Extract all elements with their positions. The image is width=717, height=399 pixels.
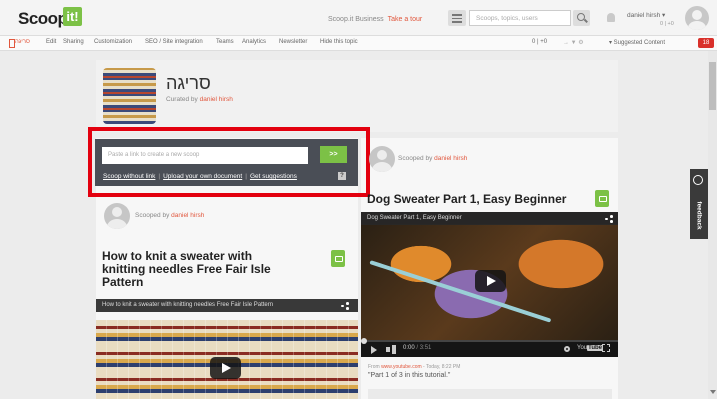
- topic-header: סריגה Curated by daniel hirsh: [96, 60, 618, 132]
- menu-icon[interactable]: [448, 10, 466, 26]
- top-bar: Scoop. it! Scoop.it Business Take a tour…: [0, 0, 717, 36]
- youtube-logo[interactable]: YouTube: [577, 345, 604, 351]
- avatar[interactable]: [104, 203, 130, 229]
- repost-icon[interactable]: [331, 250, 345, 267]
- scrollbar-thumb[interactable]: [709, 62, 716, 110]
- curator-link[interactable]: daniel hirsh: [200, 96, 233, 103]
- curated-label: Curated by: [166, 96, 198, 103]
- source-line: From www.youtube.com - Today, 8:22 PM: [368, 364, 461, 370]
- video-title[interactable]: Dog Sweater Part 1, Easy Beginner: [361, 212, 618, 225]
- business-link[interactable]: Scoop.it Business: [328, 16, 384, 23]
- feedback-label: feedback: [695, 201, 703, 230]
- post-title[interactable]: How to knit a sweater with knitting need…: [102, 250, 332, 289]
- scroll-down-icon[interactable]: [710, 390, 716, 394]
- play-icon[interactable]: [475, 270, 506, 292]
- topic-image: [103, 68, 156, 124]
- tab-seo[interactable]: SEO / Site integration: [145, 39, 203, 45]
- post-description: "Part 1 of 3 in this tutorial.": [368, 372, 451, 379]
- share-icon[interactable]: [341, 302, 349, 310]
- play-icon[interactable]: [210, 357, 241, 379]
- video-title[interactable]: How to knit a sweater with knitting need…: [96, 299, 358, 312]
- fullscreen-icon[interactable]: [602, 344, 610, 352]
- video-progress-bar[interactable]: [361, 338, 618, 344]
- scooper-link[interactable]: daniel hirsh: [434, 155, 467, 162]
- repost-icon[interactable]: [595, 190, 609, 207]
- tab-edit[interactable]: Edit: [46, 39, 56, 45]
- video-time: 0:00 / 3:51: [403, 345, 432, 351]
- play-icon[interactable]: [371, 346, 377, 354]
- tab-topic[interactable]: סריגה: [9, 39, 30, 48]
- scooped-by: Scooped by daniel hirsh: [398, 155, 467, 162]
- gear-icon[interactable]: [564, 346, 570, 352]
- scooper-link[interactable]: daniel hirsh: [171, 212, 204, 219]
- video-left[interactable]: How to knit a sweater with knitting need…: [96, 299, 358, 313]
- tab-hide-topic[interactable]: Hide this topic: [320, 39, 358, 45]
- tab-teams[interactable]: Teams: [216, 39, 234, 45]
- tab-customization[interactable]: Customization: [94, 39, 132, 45]
- post-title[interactable]: Dog Sweater Part 1, Easy Beginner: [367, 192, 566, 206]
- business-text: Scoop.it Business Take a tour: [328, 16, 422, 23]
- stats-counter: 0 | +0: [532, 39, 548, 45]
- share-icon[interactable]: [605, 215, 613, 223]
- scooped-by: Scooped by daniel hirsh: [135, 212, 204, 219]
- user-score: 0 | +0: [660, 21, 674, 27]
- search-icon[interactable]: [573, 10, 590, 26]
- feedback-icon: [693, 175, 703, 185]
- filter-icons[interactable]: → ▼ ⚙: [563, 39, 584, 46]
- curated-by: Curated by daniel hirsh: [166, 96, 233, 103]
- video-controls: 0:00 / 3:51 YouTube: [361, 338, 618, 357]
- tab-newsletter[interactable]: Newsletter: [279, 39, 307, 45]
- logo-mark[interactable]: it!: [63, 7, 82, 26]
- video-right[interactable]: Dog Sweater Part 1, Easy Beginner 0:00 /…: [361, 212, 618, 357]
- source-link[interactable]: www.youtube.com: [381, 364, 422, 370]
- suggested-count-badge: 18: [698, 38, 714, 48]
- search-input[interactable]: Scoops, topics, users: [469, 10, 571, 26]
- avatar[interactable]: [369, 146, 395, 172]
- avatar[interactable]: [685, 6, 709, 30]
- bell-icon[interactable]: [607, 13, 615, 22]
- scooped-label: Scooped by: [398, 155, 433, 162]
- highlight-frame: [88, 127, 370, 197]
- user-menu[interactable]: daniel hirsh ▾: [627, 11, 665, 19]
- tab-analytics[interactable]: Analytics: [242, 39, 266, 45]
- tour-link[interactable]: Take a tour: [388, 16, 423, 23]
- comment-area[interactable]: [368, 389, 612, 399]
- suggested-content[interactable]: ▾ Suggested Content: [609, 39, 665, 46]
- page-title: סריגה: [166, 73, 211, 93]
- tab-sharing[interactable]: Sharing: [63, 39, 84, 45]
- scooped-label: Scooped by: [135, 212, 170, 219]
- volume-icon: [390, 345, 396, 354]
- topic-toolbar: סריגה Edit Sharing Customization SEO / S…: [0, 36, 717, 51]
